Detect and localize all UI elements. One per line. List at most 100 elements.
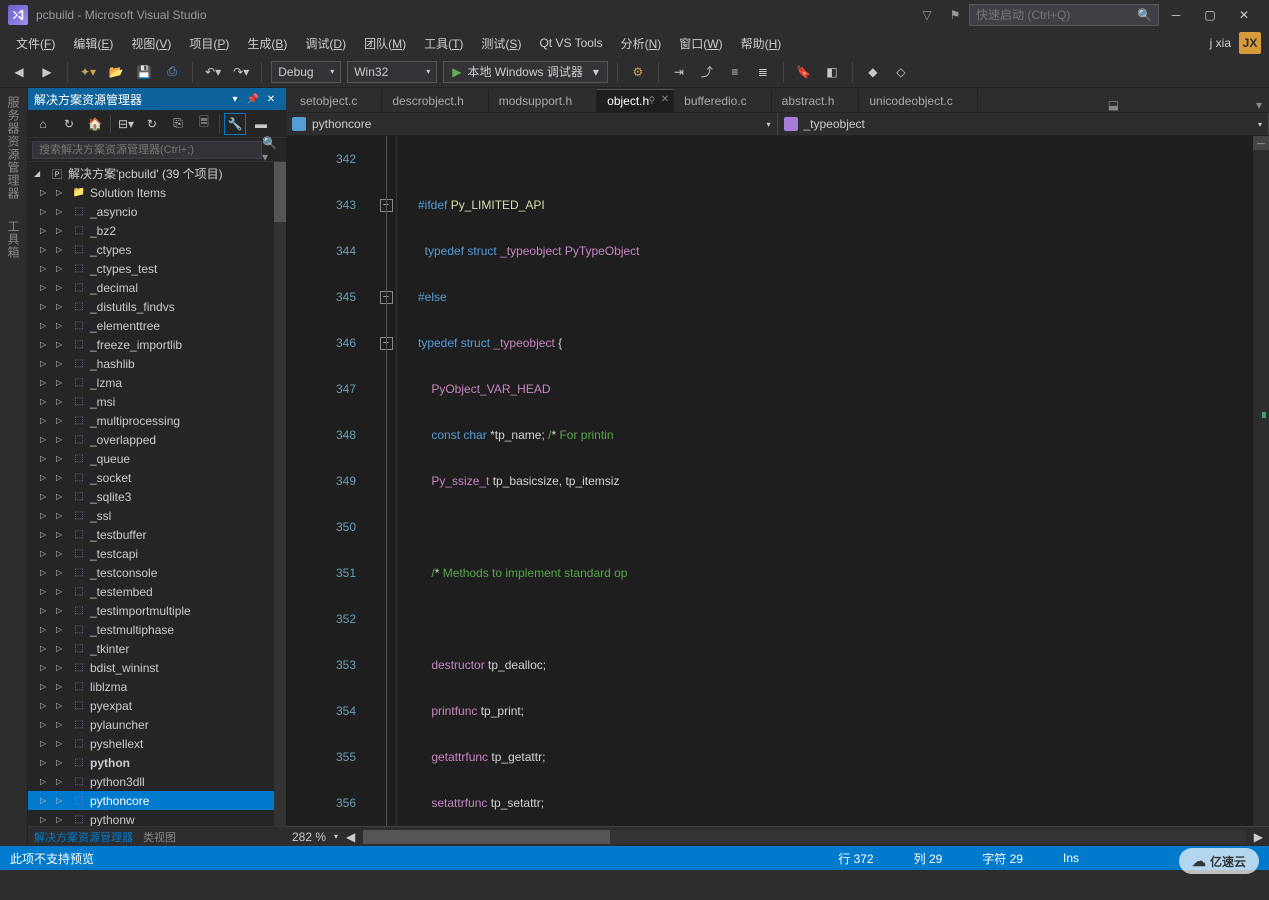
notifications-icon[interactable]: ▽ <box>919 7 935 23</box>
tab-overflow-icon[interactable]: ⬓ <box>1103 98 1123 112</box>
hscroll-left-icon[interactable]: ◀ <box>346 830 355 844</box>
panel-close-icon[interactable]: ✕ <box>262 90 280 108</box>
rail-tab-server[interactable]: 服务器资源管理器 <box>3 92 24 204</box>
tree-item[interactable]: ▷▷⬚_tkinter <box>28 639 286 658</box>
close-icon[interactable]: ✕ <box>661 94 669 105</box>
tree-item[interactable]: ▷▷⬚pylauncher <box>28 715 286 734</box>
fold-marker[interactable]: − <box>376 182 396 228</box>
code-line[interactable]: typedef struct _typeobject { <box>418 320 1253 366</box>
menu-item[interactable]: 编辑(E) <box>65 32 121 55</box>
menu-item[interactable]: 窗口(W) <box>671 32 730 55</box>
menu-item[interactable]: 项目(P) <box>181 32 237 55</box>
code-content[interactable]: #ifdef Py_LIMITED_API typedef struct _ty… <box>408 136 1253 826</box>
fold-marker[interactable] <box>376 688 396 734</box>
tree-item[interactable]: ▷▷⬚pythonw <box>28 810 286 826</box>
code-line[interactable]: PyObject_VAR_HEAD <box>418 366 1253 412</box>
tree-item[interactable]: ▷▷⬚_distutils_findvs <box>28 297 286 316</box>
wrench-icon[interactable]: 🔧 <box>224 113 246 135</box>
close-button[interactable]: ✕ <box>1227 2 1261 28</box>
tree-scrollbar[interactable] <box>274 162 286 826</box>
menu-item[interactable]: 工具(T) <box>416 32 471 55</box>
menu-item[interactable]: 帮助(H) <box>733 32 790 55</box>
bookmark-icon[interactable]: 🔖 <box>793 61 815 83</box>
fold-marker[interactable] <box>376 642 396 688</box>
tree-item[interactable]: ▷▷⬚_testimportmultiple <box>28 601 286 620</box>
fold-marker[interactable] <box>376 366 396 412</box>
menu-item[interactable]: 分析(N) <box>613 32 670 55</box>
panel-pin-icon[interactable]: 📌 <box>244 90 262 108</box>
code-line[interactable]: const char *tp_name; /* For printin <box>418 412 1253 458</box>
tree-item[interactable]: ▷▷⬚_socket <box>28 468 286 487</box>
document-tab[interactable]: descrobject.h <box>382 90 488 112</box>
showall-icon[interactable]: ⎘ <box>167 113 189 135</box>
fold-marker[interactable] <box>376 596 396 642</box>
start-debug-button[interactable]: ▶本地 Windows 调试器▾ <box>443 61 608 83</box>
tab-solution-explorer[interactable]: 解决方案资源管理器 <box>34 829 133 845</box>
code-line[interactable]: #else <box>418 274 1253 320</box>
hscroll-right-icon[interactable]: ▶ <box>1254 830 1263 844</box>
tree-item[interactable]: ▷▷⬚_testconsole <box>28 563 286 582</box>
tree-item[interactable]: ▷▷⬚python3dll <box>28 772 286 791</box>
menu-item[interactable]: 文件(F) <box>8 32 63 55</box>
tree-item[interactable]: ▷▷📁Solution Items <box>28 183 286 202</box>
zoom-level[interactable]: 282 % <box>292 830 326 844</box>
document-tab[interactable]: abstract.h <box>772 90 860 112</box>
save-all-button[interactable]: ⎙ <box>161 61 183 83</box>
menu-item[interactable]: 视图(V) <box>123 32 179 55</box>
solution-search[interactable]: 🔍▾ <box>28 138 286 162</box>
user-avatar-badge[interactable]: JX <box>1239 32 1261 54</box>
fold-marker[interactable] <box>376 136 396 182</box>
fold-marker[interactable] <box>376 458 396 504</box>
tree-item[interactable]: ▷▷⬚bdist_wininst <box>28 658 286 677</box>
tree-item[interactable]: ▷▷⬚pythoncore <box>28 791 286 810</box>
solution-search-input[interactable] <box>32 141 262 159</box>
tree-item[interactable]: ▷▷⬚_lzma <box>28 373 286 392</box>
tree-item[interactable]: ▷▷⬚_hashlib <box>28 354 286 373</box>
pin-icon[interactable]: ⚲ <box>649 95 656 106</box>
panel-dropdown-icon[interactable]: ▾ <box>226 90 244 108</box>
menu-item[interactable]: Qt VS Tools <box>531 33 610 53</box>
tree-root[interactable]: ◢🄿解决方案'pcbuild' (39 个项目) <box>28 164 286 183</box>
fold-marker[interactable] <box>376 780 396 826</box>
zoom-caret[interactable]: ▾ <box>334 832 338 841</box>
menu-item[interactable]: 团队(M) <box>356 32 414 55</box>
new-project-button[interactable]: ✦▾ <box>77 61 99 83</box>
tree-item[interactable]: ▷▷⬚_testbuffer <box>28 525 286 544</box>
minimize-button[interactable]: ─ <box>1159 2 1193 28</box>
code-line[interactable]: getattrfunc tp_getattr; <box>418 734 1253 780</box>
code-line[interactable]: /* Methods to implement standard op <box>418 550 1253 596</box>
nav-member-dropdown[interactable]: _typeobject▾ <box>778 113 1269 135</box>
tree-item[interactable]: ▷▷⬚_queue <box>28 449 286 468</box>
collapse-icon[interactable]: ⊟▾ <box>115 113 137 135</box>
comment-icon[interactable]: ◧ <box>821 61 843 83</box>
more-icon[interactable]: ▬ <box>250 113 272 135</box>
qt-icon2[interactable]: ◇ <box>890 61 912 83</box>
maximize-button[interactable]: ▢ <box>1193 2 1227 28</box>
tree-item[interactable]: ▷▷⬚pyshellext <box>28 734 286 753</box>
open-file-button[interactable]: 📂 <box>105 61 127 83</box>
quick-launch-box[interactable]: 🔍 <box>969 4 1159 26</box>
code-line[interactable]: Py_ssize_t tp_basicsize, tp_itemsiz <box>418 458 1253 504</box>
tab-menu-icon[interactable]: ▾ <box>1249 98 1269 112</box>
feedback-icon[interactable]: ⚑ <box>947 7 963 23</box>
home-icon[interactable]: ⌂ <box>32 113 54 135</box>
fold-marker[interactable] <box>376 228 396 274</box>
tab-class-view[interactable]: 类视图 <box>143 829 176 845</box>
tree-item[interactable]: ▷▷⬚_testembed <box>28 582 286 601</box>
document-tab[interactable]: setobject.c <box>290 90 382 112</box>
code-line[interactable] <box>418 596 1253 642</box>
platform-dropdown[interactable]: Win32▾ <box>347 61 437 83</box>
tree-item[interactable]: ▷▷⬚_testmultiphase <box>28 620 286 639</box>
fold-column[interactable]: −−−− <box>376 136 396 826</box>
tree-item[interactable]: ▷▷⬚_ctypes_test <box>28 259 286 278</box>
document-tab[interactable]: modsupport.h <box>489 90 597 112</box>
quick-launch-input[interactable] <box>976 8 1137 22</box>
menu-item[interactable]: 测试(S) <box>473 32 529 55</box>
menu-item[interactable]: 调试(D) <box>297 32 354 55</box>
nav-scope-dropdown[interactable]: pythoncore▾ <box>286 113 778 135</box>
tree-item[interactable]: ▷▷⬚_ssl <box>28 506 286 525</box>
tree-item[interactable]: ▷▷⬚_freeze_importlib <box>28 335 286 354</box>
nav-back-button[interactable]: ◀ <box>8 61 30 83</box>
editor-hscrollbar[interactable] <box>363 830 1245 844</box>
tree-item[interactable]: ▷▷⬚liblzma <box>28 677 286 696</box>
